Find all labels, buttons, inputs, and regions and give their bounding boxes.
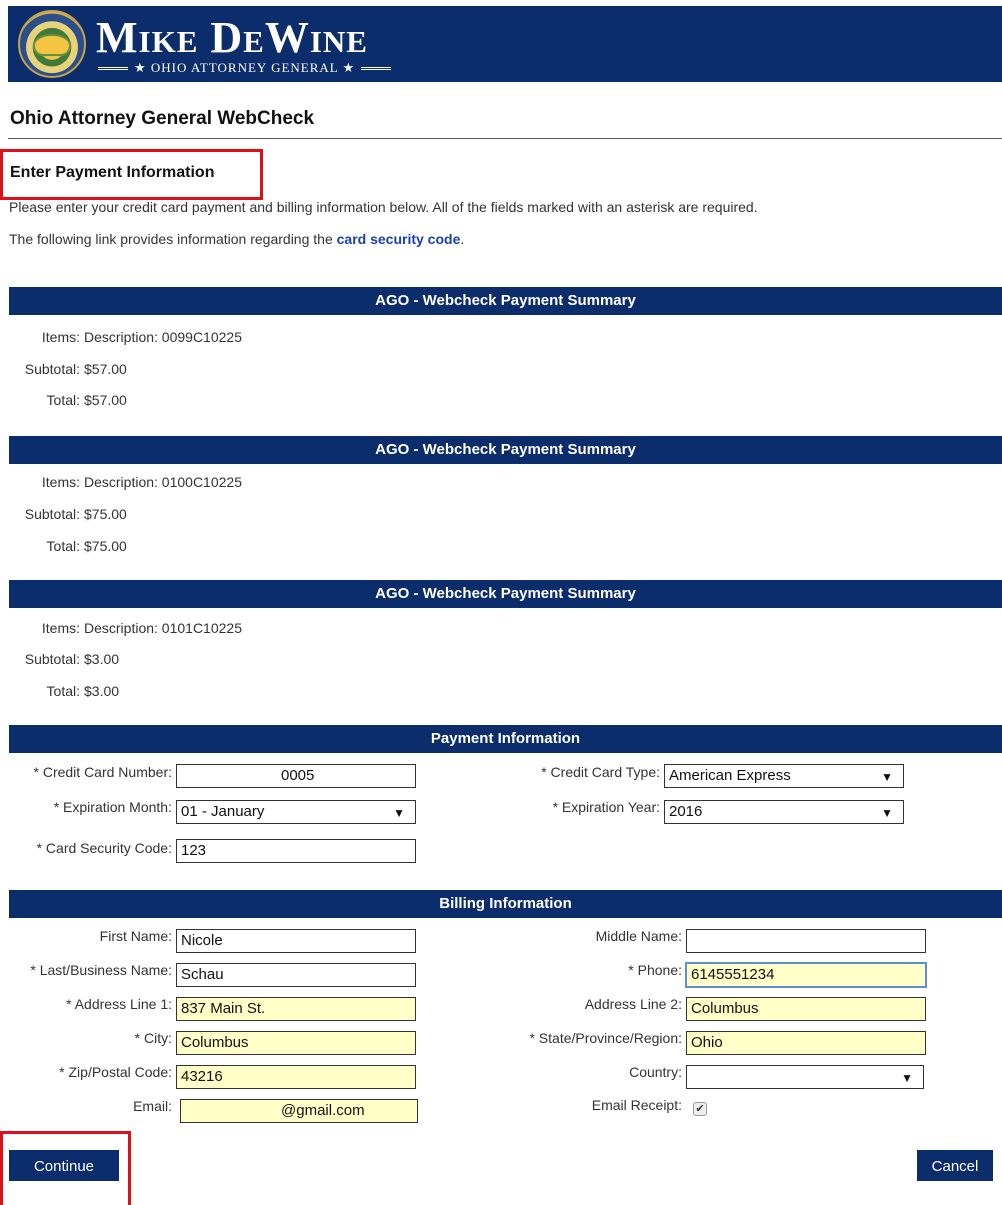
state-input[interactable]: Ohio [686, 1031, 926, 1055]
summary-2-subtotal-value: $75.00 [84, 506, 127, 522]
checkmark-icon: ✔ [695, 1103, 705, 1115]
middle-name-input[interactable] [686, 929, 926, 953]
card-number-label: * Credit Card Number: [33, 764, 173, 780]
chevron-down-icon: ▼ [881, 770, 893, 784]
summary-3-items-label: Items: [41, 620, 80, 636]
csc-label: * Card Security Code: [36, 840, 172, 856]
first-name-label: First Name: [99, 928, 172, 944]
payment-information-bar: Payment Information [9, 725, 1002, 753]
zip-label: * Zip/Postal Code: [59, 1064, 172, 1080]
card-number-value: 0005 [281, 767, 315, 784]
exp-month-select[interactable]: 01 - January ▼ [176, 800, 416, 824]
email-input[interactable]: @gmail.com [180, 1099, 418, 1123]
chevron-down-icon: ▼ [881, 806, 893, 820]
zip-input[interactable]: 43216 [176, 1065, 416, 1089]
summary-1-subtotal-value: $57.00 [84, 361, 127, 377]
country-label: Country: [629, 1064, 682, 1080]
summary-2-items-value: Description: 0100C10225 [84, 474, 242, 490]
summary-3-total-value: $3.00 [84, 683, 120, 699]
summary-3-items-value: Description: 0101C10225 [84, 620, 242, 636]
last-name-label: * Last/Business Name: [30, 962, 172, 978]
middle-name-label: Middle Name: [595, 928, 682, 944]
address1-input[interactable]: 837 Main St. [176, 997, 416, 1021]
card-type-select[interactable]: American Express ▼ [664, 764, 904, 788]
address2-label: Address Line 2: [584, 996, 682, 1012]
card-type-label: * Credit Card Type: [541, 764, 660, 780]
app-title: Ohio Attorney General WebCheck [10, 108, 315, 129]
brand-subtitle: ★ OHIO ATTORNEY GENERAL ★ [98, 60, 392, 76]
subtitle-rule-left [98, 66, 128, 70]
address2-input[interactable]: Columbus [686, 997, 926, 1021]
chevron-down-icon: ▼ [901, 1071, 913, 1085]
intro-text: Please enter your credit card payment an… [9, 199, 758, 215]
security-code-info: The following link provides information … [9, 231, 464, 247]
payment-summary-bar-2: AGO - Webcheck Payment Summary [9, 436, 1002, 464]
summary-1-subtotal-label: Subtotal: [24, 361, 80, 377]
exp-year-value: 2016 [669, 803, 703, 820]
exp-year-select[interactable]: 2016 ▼ [664, 800, 904, 824]
summary-3-subtotal-label: Subtotal: [24, 651, 80, 667]
brand-subtitle-text: ★ OHIO ATTORNEY GENERAL ★ [134, 60, 356, 75]
phone-input[interactable]: 6145551234 [685, 962, 927, 988]
email-receipt-checkbox[interactable]: ✔ [693, 1102, 707, 1116]
seal-sun-emblem [33, 34, 71, 56]
summary-2-subtotal-label: Subtotal: [24, 506, 80, 522]
continue-button[interactable]: Continue [9, 1150, 119, 1181]
link-prefix: The following link provides information … [9, 231, 337, 247]
last-name-input[interactable]: Schau [176, 963, 416, 987]
annotation-highlight-title [0, 149, 263, 200]
email-label: Email: [133, 1098, 172, 1114]
address1-label: * Address Line 1: [66, 996, 172, 1012]
summary-1-items-label: Items: [41, 329, 80, 345]
chevron-down-icon: ▼ [393, 806, 405, 820]
subtitle-rule-right [361, 66, 392, 70]
brand-name: Mike DeWine [96, 13, 368, 62]
phone-label: * Phone: [628, 962, 682, 978]
summary-3-subtotal-value: $3.00 [84, 651, 120, 667]
billing-information-bar: Billing Information [9, 890, 1002, 918]
summary-2-total-value: $75.00 [84, 538, 127, 554]
exp-month-value: 01 - January [181, 803, 265, 820]
payment-summary-bar-3: AGO - Webcheck Payment Summary [9, 580, 1002, 608]
link-suffix: . [460, 231, 465, 247]
csc-input[interactable]: 123 [176, 839, 416, 863]
exp-year-label: * Expiration Year: [552, 799, 660, 815]
summary-2-total-label: Total: [46, 538, 80, 554]
cancel-button[interactable]: Cancel [917, 1150, 993, 1181]
summary-1-total-label: Total: [46, 392, 80, 408]
summary-1-items-value: Description: 0099C10225 [84, 329, 242, 345]
card-security-code-link[interactable]: card security code [337, 231, 461, 247]
state-label: * State/Province/Region: [529, 1030, 682, 1046]
summary-3-total-label: Total: [46, 683, 80, 699]
email-value: @gmail.com [281, 1102, 365, 1119]
card-type-value: American Express [669, 767, 791, 784]
country-select[interactable]: ▼ [686, 1065, 924, 1089]
card-number-input[interactable]: 0005 [176, 764, 416, 788]
exp-month-label: * Expiration Month: [53, 799, 172, 815]
city-label: * City: [134, 1030, 172, 1046]
first-name-input[interactable]: Nicole [176, 929, 416, 953]
city-input[interactable]: Columbus [176, 1031, 416, 1055]
summary-1-total-value: $57.00 [84, 392, 127, 408]
summary-2-items-label: Items: [41, 474, 80, 490]
payment-summary-bar-1: AGO - Webcheck Payment Summary [9, 287, 1002, 315]
title-divider [8, 138, 1002, 139]
email-receipt-label: Email Receipt: [591, 1097, 682, 1113]
